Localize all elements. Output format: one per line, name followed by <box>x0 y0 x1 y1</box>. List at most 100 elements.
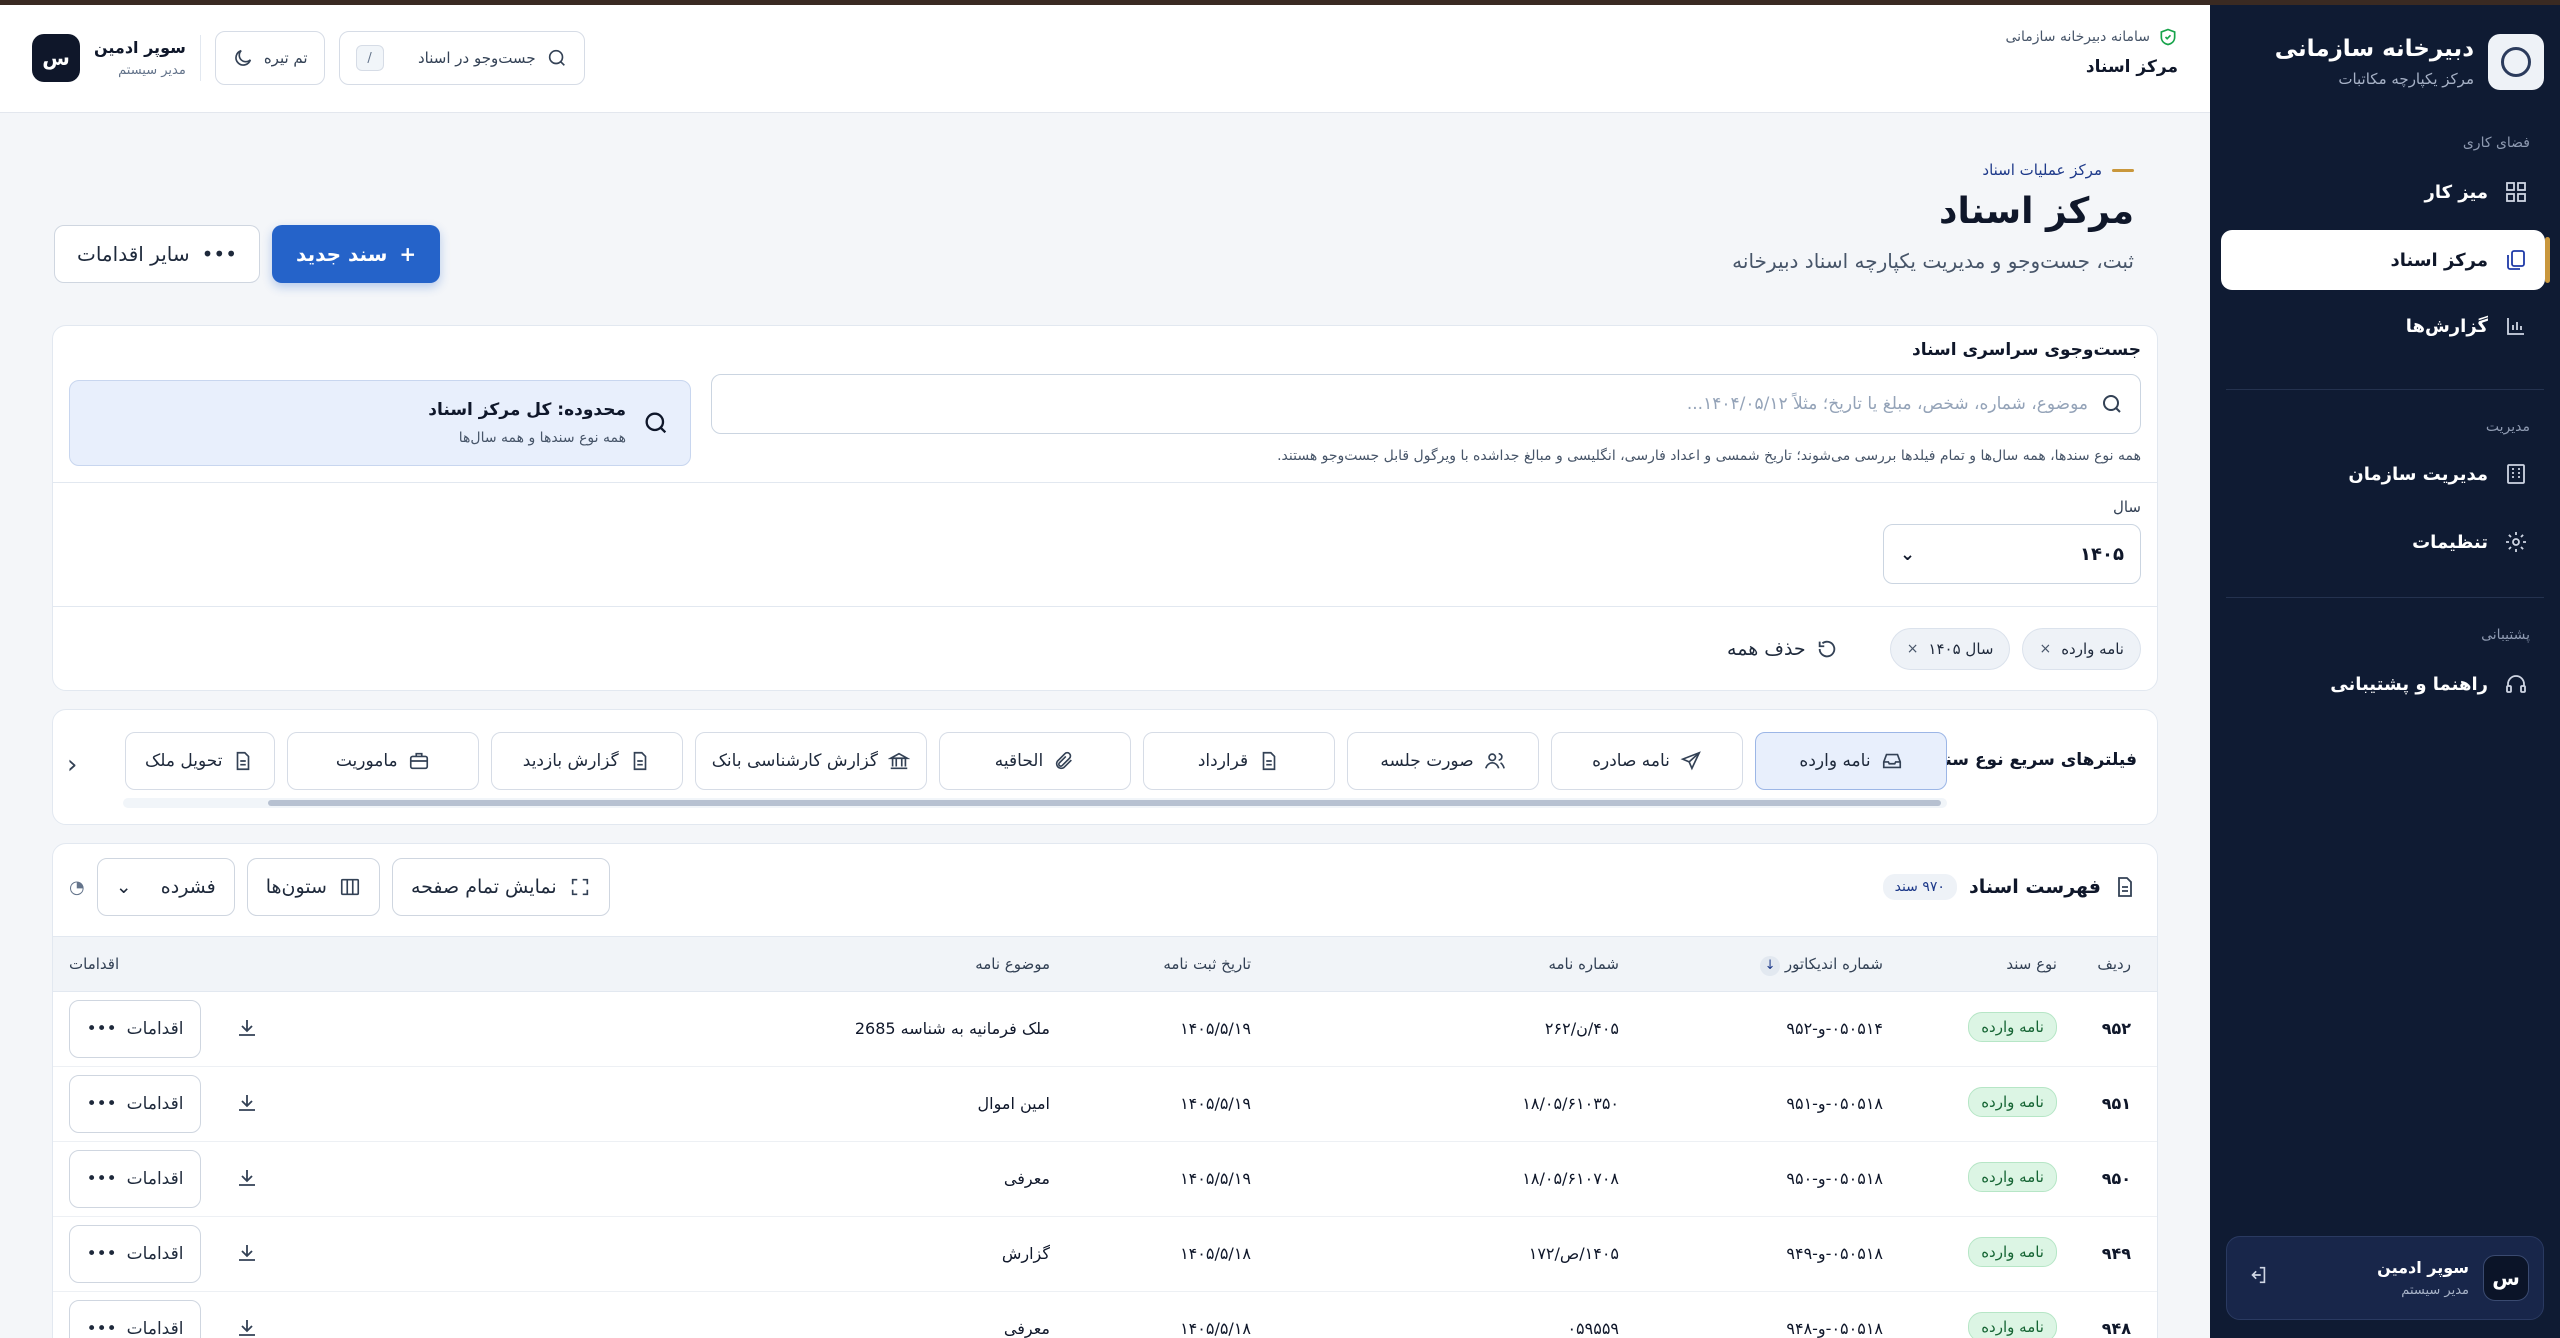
download-button[interactable] <box>233 1016 259 1042</box>
row-actions-button[interactable]: اقدامات ••• <box>69 1075 201 1133</box>
sidebar-item-settings[interactable]: تنظیمات <box>2222 513 2544 571</box>
quick-filter-visit-report[interactable]: گزارش بازدید <box>490 732 683 790</box>
theme-toggle-button[interactable]: تم تیره <box>214 31 325 85</box>
sidebar-item-help[interactable]: راهنما و پشتیبانی <box>2222 655 2544 713</box>
sidebar-item-documents[interactable]: مرکز اسناد <box>2222 231 2550 289</box>
quick-filter-addendum[interactable]: الحاقیه <box>939 732 1131 790</box>
download-button[interactable] <box>233 1091 259 1117</box>
cell-subject: معرفی <box>1003 1319 1050 1338</box>
quick-filter-minutes[interactable]: صورت جلسه <box>1347 732 1539 790</box>
close-icon[interactable]: × <box>2039 641 2051 657</box>
row-actions-button[interactable]: اقدامات ••• <box>69 1225 201 1283</box>
table-row[interactable]: ۹۴۸ نامه وارده ۰۵۰۵۱۸-و-۹۴۸ ۰۵۹۵۵۹ ۱۴۰۵/۵/۱۸… <box>53 1292 2157 1338</box>
logout-button[interactable] <box>2241 1264 2269 1292</box>
columns-icon <box>340 878 360 896</box>
global-search-input[interactable]: موضوع، شماره، شخص، مبلغ یا تاریخ؛ مثلاً … <box>711 374 2141 434</box>
row-actions-label: اقدامات <box>126 1094 184 1114</box>
col-type[interactable]: نوع سند <box>2006 955 2057 973</box>
sidebar-user-card[interactable]: س سوپر ادمین مدیر سیستم <box>2226 1236 2544 1320</box>
row-actions-label: اقدامات <box>126 1019 184 1039</box>
horizontal-scrollbar[interactable] <box>123 798 1947 808</box>
search-icon <box>548 49 565 66</box>
section-workspace: فضای کاری <box>2462 135 2530 151</box>
cell-number: ۱۸/۰۵/۶۱۰۳۵۰ <box>1522 1094 1619 1113</box>
search-panel-label: جست‌وجوی سراسری اسناد <box>1911 340 2141 360</box>
clear-all-button[interactable]: حذف همه <box>1727 638 1838 660</box>
file-icon <box>1262 751 1276 771</box>
list-tools: ◔ فشرده ⌄ ستون‌ها نمایش تمام صفحه <box>69 858 610 916</box>
table-row[interactable]: ۹۵۰ نامه وارده ۰۵۰۵۱۸-و-۹۵۰ ۱۸/۰۵/۶۱۰۷۰۸ ۱۴۰… <box>53 1142 2157 1217</box>
cell-subject: گزارش <box>1001 1244 1050 1263</box>
download-button[interactable] <box>233 1241 259 1267</box>
download-button[interactable] <box>233 1166 259 1192</box>
sort-down-icon[interactable]: ↓ <box>1760 956 1781 976</box>
col-row[interactable]: ردیف <box>2097 955 2131 973</box>
download-button[interactable] <box>233 1316 259 1338</box>
sidebar-item-label: تنظیمات <box>2412 531 2488 553</box>
quick-filter-mission[interactable]: ماموریت <box>286 732 479 790</box>
row-actions-button[interactable]: اقدامات ••• <box>69 1300 201 1338</box>
download-icon <box>239 1020 255 1036</box>
file-icon <box>2118 877 2132 897</box>
scrollbar-thumb[interactable] <box>268 800 1941 806</box>
quick-filter-bank-report[interactable]: گزارش کارشناسی بانک <box>694 732 927 790</box>
section-management: مدیریت <box>2485 419 2530 435</box>
header-search-button[interactable]: جست‌وجو در اسناد / <box>338 31 585 85</box>
quick-filter-label: ماموریت <box>335 751 398 771</box>
search-scope-box: محدوده: کل مرکز اسناد همه نوع سندها و هم… <box>69 380 691 466</box>
filter-chip[interactable]: نامه وارده × <box>2022 628 2141 670</box>
file-icon <box>633 751 647 771</box>
close-icon[interactable]: × <box>1907 641 1919 657</box>
list-title-text: فهرست اسناد <box>1968 876 2101 898</box>
quick-filter-incoming[interactable]: نامه وارده <box>1755 732 1947 790</box>
shield-icon <box>2160 28 2176 46</box>
quick-filter-contract[interactable]: قرارداد <box>1143 732 1335 790</box>
table-row[interactable]: ۹۵۲ نامه وارده ۰۵۰۵۱۴-و-۹۵۲ ۴۰۵/ن/۲۶۲ ۱۴۰۵/۵… <box>53 992 2157 1067</box>
divider <box>53 482 2157 483</box>
row-actions-button[interactable]: اقدامات ••• <box>69 1150 201 1208</box>
briefcase-icon <box>409 752 428 770</box>
quick-filter-property-delivery[interactable]: تحویل ملک <box>124 732 275 790</box>
header-page-title: مرکز اسناد <box>2085 57 2178 77</box>
cell-date: ۱۴۰۵/۵/۱۸ <box>1180 1244 1251 1263</box>
col-subject[interactable]: موضوع نامه <box>975 955 1050 973</box>
table-header: ردیف نوع سند شماره اندیکاتور ↓ شماره نام… <box>53 936 2157 992</box>
fullscreen-button[interactable]: نمایش تمام صفحه <box>391 858 610 916</box>
user-role: مدیر سیستم <box>2401 1283 2469 1298</box>
plus-icon: + <box>399 242 417 266</box>
col-date[interactable]: تاریخ ثبت نامه <box>1163 955 1251 973</box>
paperclip-icon <box>1056 751 1073 770</box>
year-select[interactable]: ۱۴۰۵ ⌄ <box>1883 524 2141 584</box>
other-actions-button[interactable]: ••• سایر اقدامات <box>54 225 261 283</box>
logo-icon <box>2488 34 2544 90</box>
sidebar-item-label: راهنما و پشتیبانی <box>2330 673 2488 695</box>
more-icon: ••• <box>86 1094 117 1114</box>
file-icon <box>237 751 250 771</box>
col-number[interactable]: شماره نامه <box>1548 955 1619 973</box>
sidebar-item-organization[interactable]: مدیریت سازمان <box>2222 445 2544 503</box>
row-actions-button[interactable]: اقدامات ••• <box>69 1000 201 1058</box>
user-name: سوپر ادمین <box>94 38 186 57</box>
sidebar-item-dashboard[interactable]: میز کار <box>2222 163 2544 221</box>
moon-icon <box>235 49 251 66</box>
headset-icon <box>2506 675 2526 693</box>
clear-all-label: حذف همه <box>1727 638 1806 660</box>
cell-indicator: ۰۵۰۵۱۸-و-۹۴۸ <box>1786 1319 1883 1338</box>
col-indicator[interactable]: شماره اندیکاتور ↓ <box>1752 955 1883 976</box>
new-document-button[interactable]: + سند جدید <box>272 225 441 283</box>
quick-filter-outgoing[interactable]: نامه صادره <box>1551 732 1743 790</box>
columns-button[interactable]: ستون‌ها <box>246 858 380 916</box>
table-row[interactable]: ۹۵۱ نامه وارده ۰۵۰۵۱۸-و-۹۵۱ ۱۸/۰۵/۶۱۰۳۵۰ ۱۴۰… <box>53 1067 2157 1142</box>
cell-date: ۱۴۰۵/۵/۱۸ <box>1180 1319 1251 1338</box>
reset-icon <box>1818 640 1835 658</box>
page-title: مرکز اسناد <box>1939 191 2134 232</box>
header-user[interactable]: س سوپر ادمین مدیر سیستم <box>32 34 186 82</box>
chevron-left-icon[interactable]: ‹ <box>67 750 77 780</box>
sidebar-brand[interactable]: دبیرخانه سازمانی مرکز یکپارچه مکاتبات <box>2226 27 2544 97</box>
sidebar-item-reports[interactable]: گزارش‌ها <box>2222 297 2544 355</box>
density-select[interactable]: فشرده ⌄ <box>96 858 235 916</box>
filter-chip[interactable]: سال ۱۴۰۵ × <box>1889 628 2011 670</box>
info-icon[interactable]: ◔ <box>69 877 85 898</box>
cell-number: ۰۵۹۵۵۹ <box>1567 1319 1619 1338</box>
table-row[interactable]: ۹۴۹ نامه وارده ۰۵۰۵۱۸-و-۹۴۹ ۱۴۰۵/ص/۱۷۲ ۱۴۰۵/… <box>53 1217 2157 1292</box>
